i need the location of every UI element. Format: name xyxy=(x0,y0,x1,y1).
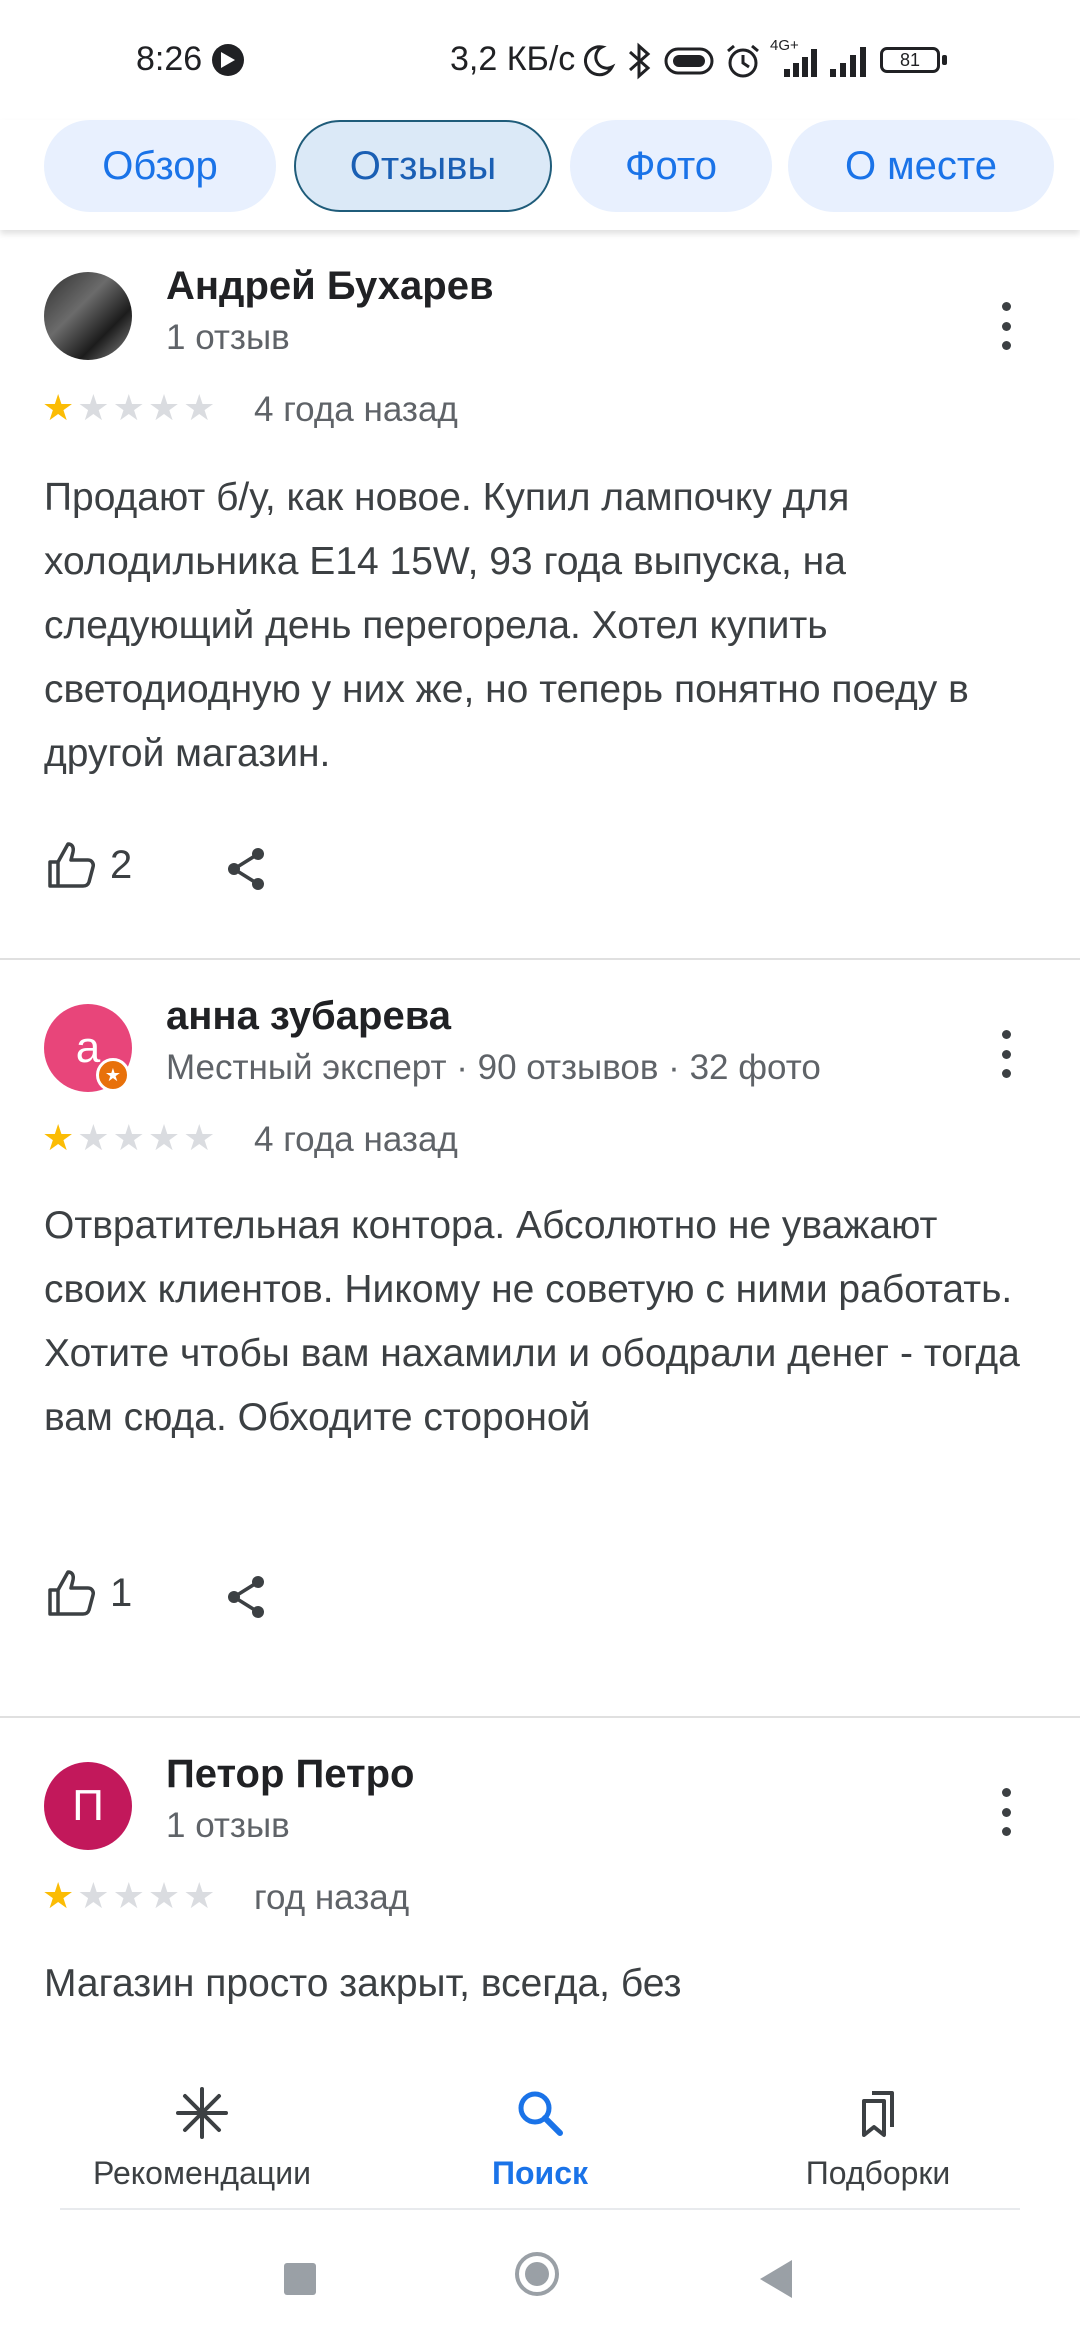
sparkle-icon xyxy=(174,2083,230,2143)
star-icon: ★ xyxy=(42,1875,75,1916)
reviewer-meta: 1 отзыв xyxy=(166,318,290,357)
rating-stars: ★ ★ ★ ★ ★ xyxy=(42,390,215,426)
bookmarks-icon xyxy=(850,2083,906,2143)
star-icon: ★ xyxy=(42,387,75,428)
star-icon: ★ xyxy=(77,1875,110,1916)
battery-icon: 81 xyxy=(880,45,950,77)
moon-icon xyxy=(583,45,616,77)
rating-stars: ★ ★ ★ ★ ★ xyxy=(42,1120,215,1156)
tab-bar: Обзор Отзывы Фото О месте xyxy=(0,120,1080,230)
more-options-icon[interactable] xyxy=(986,1024,1026,1084)
like-button[interactable]: 2 xyxy=(44,838,132,892)
share-button[interactable] xyxy=(222,1572,272,1627)
vibrate-icon xyxy=(664,47,714,75)
review-text: Отвратительная контора. Абсолютно не ува… xyxy=(44,1204,1020,1439)
more-options-icon[interactable] xyxy=(986,296,1026,356)
star-icon: ★ xyxy=(112,1875,145,1916)
review-card: П Петор Петро 1 отзыв ★ ★ ★ ★ ★ год наза… xyxy=(0,1718,1080,2055)
bottom-navigation: Рекомендации Поиск Подборки xyxy=(0,2055,1080,2210)
back-icon[interactable] xyxy=(760,2260,792,2298)
alarm-icon xyxy=(727,44,759,78)
review-text: Продают б/у, как новое. Купил лампочку д… xyxy=(44,476,969,775)
system-navigation-bar xyxy=(0,2210,1080,2340)
star-icon: ★ xyxy=(183,1875,216,1916)
like-button[interactable]: 1 xyxy=(44,1566,132,1620)
nav-collections[interactable]: Подборки xyxy=(728,2083,1028,2192)
tab-photos[interactable]: Фото xyxy=(570,120,772,212)
star-icon: ★ xyxy=(77,387,110,428)
star-icon: ★ xyxy=(112,1117,145,1158)
avatar-letter: П xyxy=(72,1781,104,1830)
like-count: 1 xyxy=(110,1570,133,1615)
review-date: 4 года назад xyxy=(254,1120,458,1159)
navigation-arrow-icon xyxy=(212,44,244,76)
status-time: 8:26 xyxy=(136,40,203,78)
share-icon xyxy=(228,848,264,890)
reviewer-meta: 1 отзыв xyxy=(166,1806,290,1845)
review-date: 4 года назад xyxy=(254,390,458,429)
recent-apps-icon[interactable] xyxy=(284,2263,316,2295)
share-icon xyxy=(228,1576,264,1618)
nav-label: Подборки xyxy=(805,2155,951,2191)
nav-label: Рекомендации xyxy=(93,2155,311,2191)
avatar[interactable]: П xyxy=(44,1762,132,1850)
signal-icon xyxy=(830,47,866,77)
status-icons: 4G+ 81 xyxy=(580,37,950,84)
review-text: Магазин просто закрыт, всегда, без xyxy=(44,1962,682,2005)
reviews-list[interactable]: Андрей Бухарев 1 отзыв ★ ★ ★ ★ ★ 4 года … xyxy=(0,230,1080,2055)
more-options-icon[interactable] xyxy=(986,1782,1026,1842)
reviewer-meta: Местный эксперт · 90 отзывов · 32 фото xyxy=(166,1048,821,1087)
network-speed: 3,2 КБ/с xyxy=(450,40,576,78)
avatar[interactable] xyxy=(44,272,132,360)
tab-overview[interactable]: Обзор xyxy=(44,120,276,212)
bluetooth-icon xyxy=(629,42,651,80)
status-bar: 8:26 3,2 КБ/с 4G+ 81 xyxy=(0,0,1080,120)
star-icon: ★ xyxy=(147,387,181,428)
star-icon: ★ xyxy=(77,1117,110,1158)
review-card: Андрей Бухарев 1 отзыв ★ ★ ★ ★ ★ 4 года … xyxy=(0,230,1080,960)
review-date: год назад xyxy=(254,1878,410,1917)
star-icon: ★ xyxy=(112,387,145,428)
nav-label: Поиск xyxy=(491,2155,589,2191)
reviewer-name[interactable]: анна зубарева xyxy=(166,994,451,1039)
battery-level: 81 xyxy=(899,50,921,70)
reviewer-name[interactable]: Петор Петро xyxy=(166,1752,414,1797)
reviewer-name[interactable]: Андрей Бухарев xyxy=(166,264,494,309)
nav-recommendations[interactable]: Рекомендации xyxy=(52,2083,352,2192)
thumbs-up-icon xyxy=(48,1570,95,1616)
rating-stars: ★ ★ ★ ★ ★ xyxy=(42,1878,215,1914)
nav-search[interactable]: Поиск xyxy=(390,2083,690,2192)
star-icon: ★ xyxy=(147,1875,181,1916)
share-button[interactable] xyxy=(222,844,272,899)
star-icon: ★ xyxy=(42,1117,75,1158)
tab-reviews[interactable]: Отзывы xyxy=(294,120,552,212)
search-icon xyxy=(512,2083,568,2143)
local-guide-badge-icon: ★ xyxy=(96,1058,130,1092)
like-count: 2 xyxy=(110,842,133,887)
star-icon: ★ xyxy=(183,387,216,428)
signal-4g-icon: 4G+ xyxy=(770,37,820,81)
review-card: а ★ анна зубарева Местный эксперт · 90 о… xyxy=(0,960,1080,1718)
thumbs-up-icon xyxy=(48,842,95,888)
star-icon: ★ xyxy=(147,1117,181,1158)
tab-about[interactable]: О месте xyxy=(788,120,1054,212)
star-icon: ★ xyxy=(183,1117,216,1158)
home-icon[interactable] xyxy=(515,2252,559,2296)
